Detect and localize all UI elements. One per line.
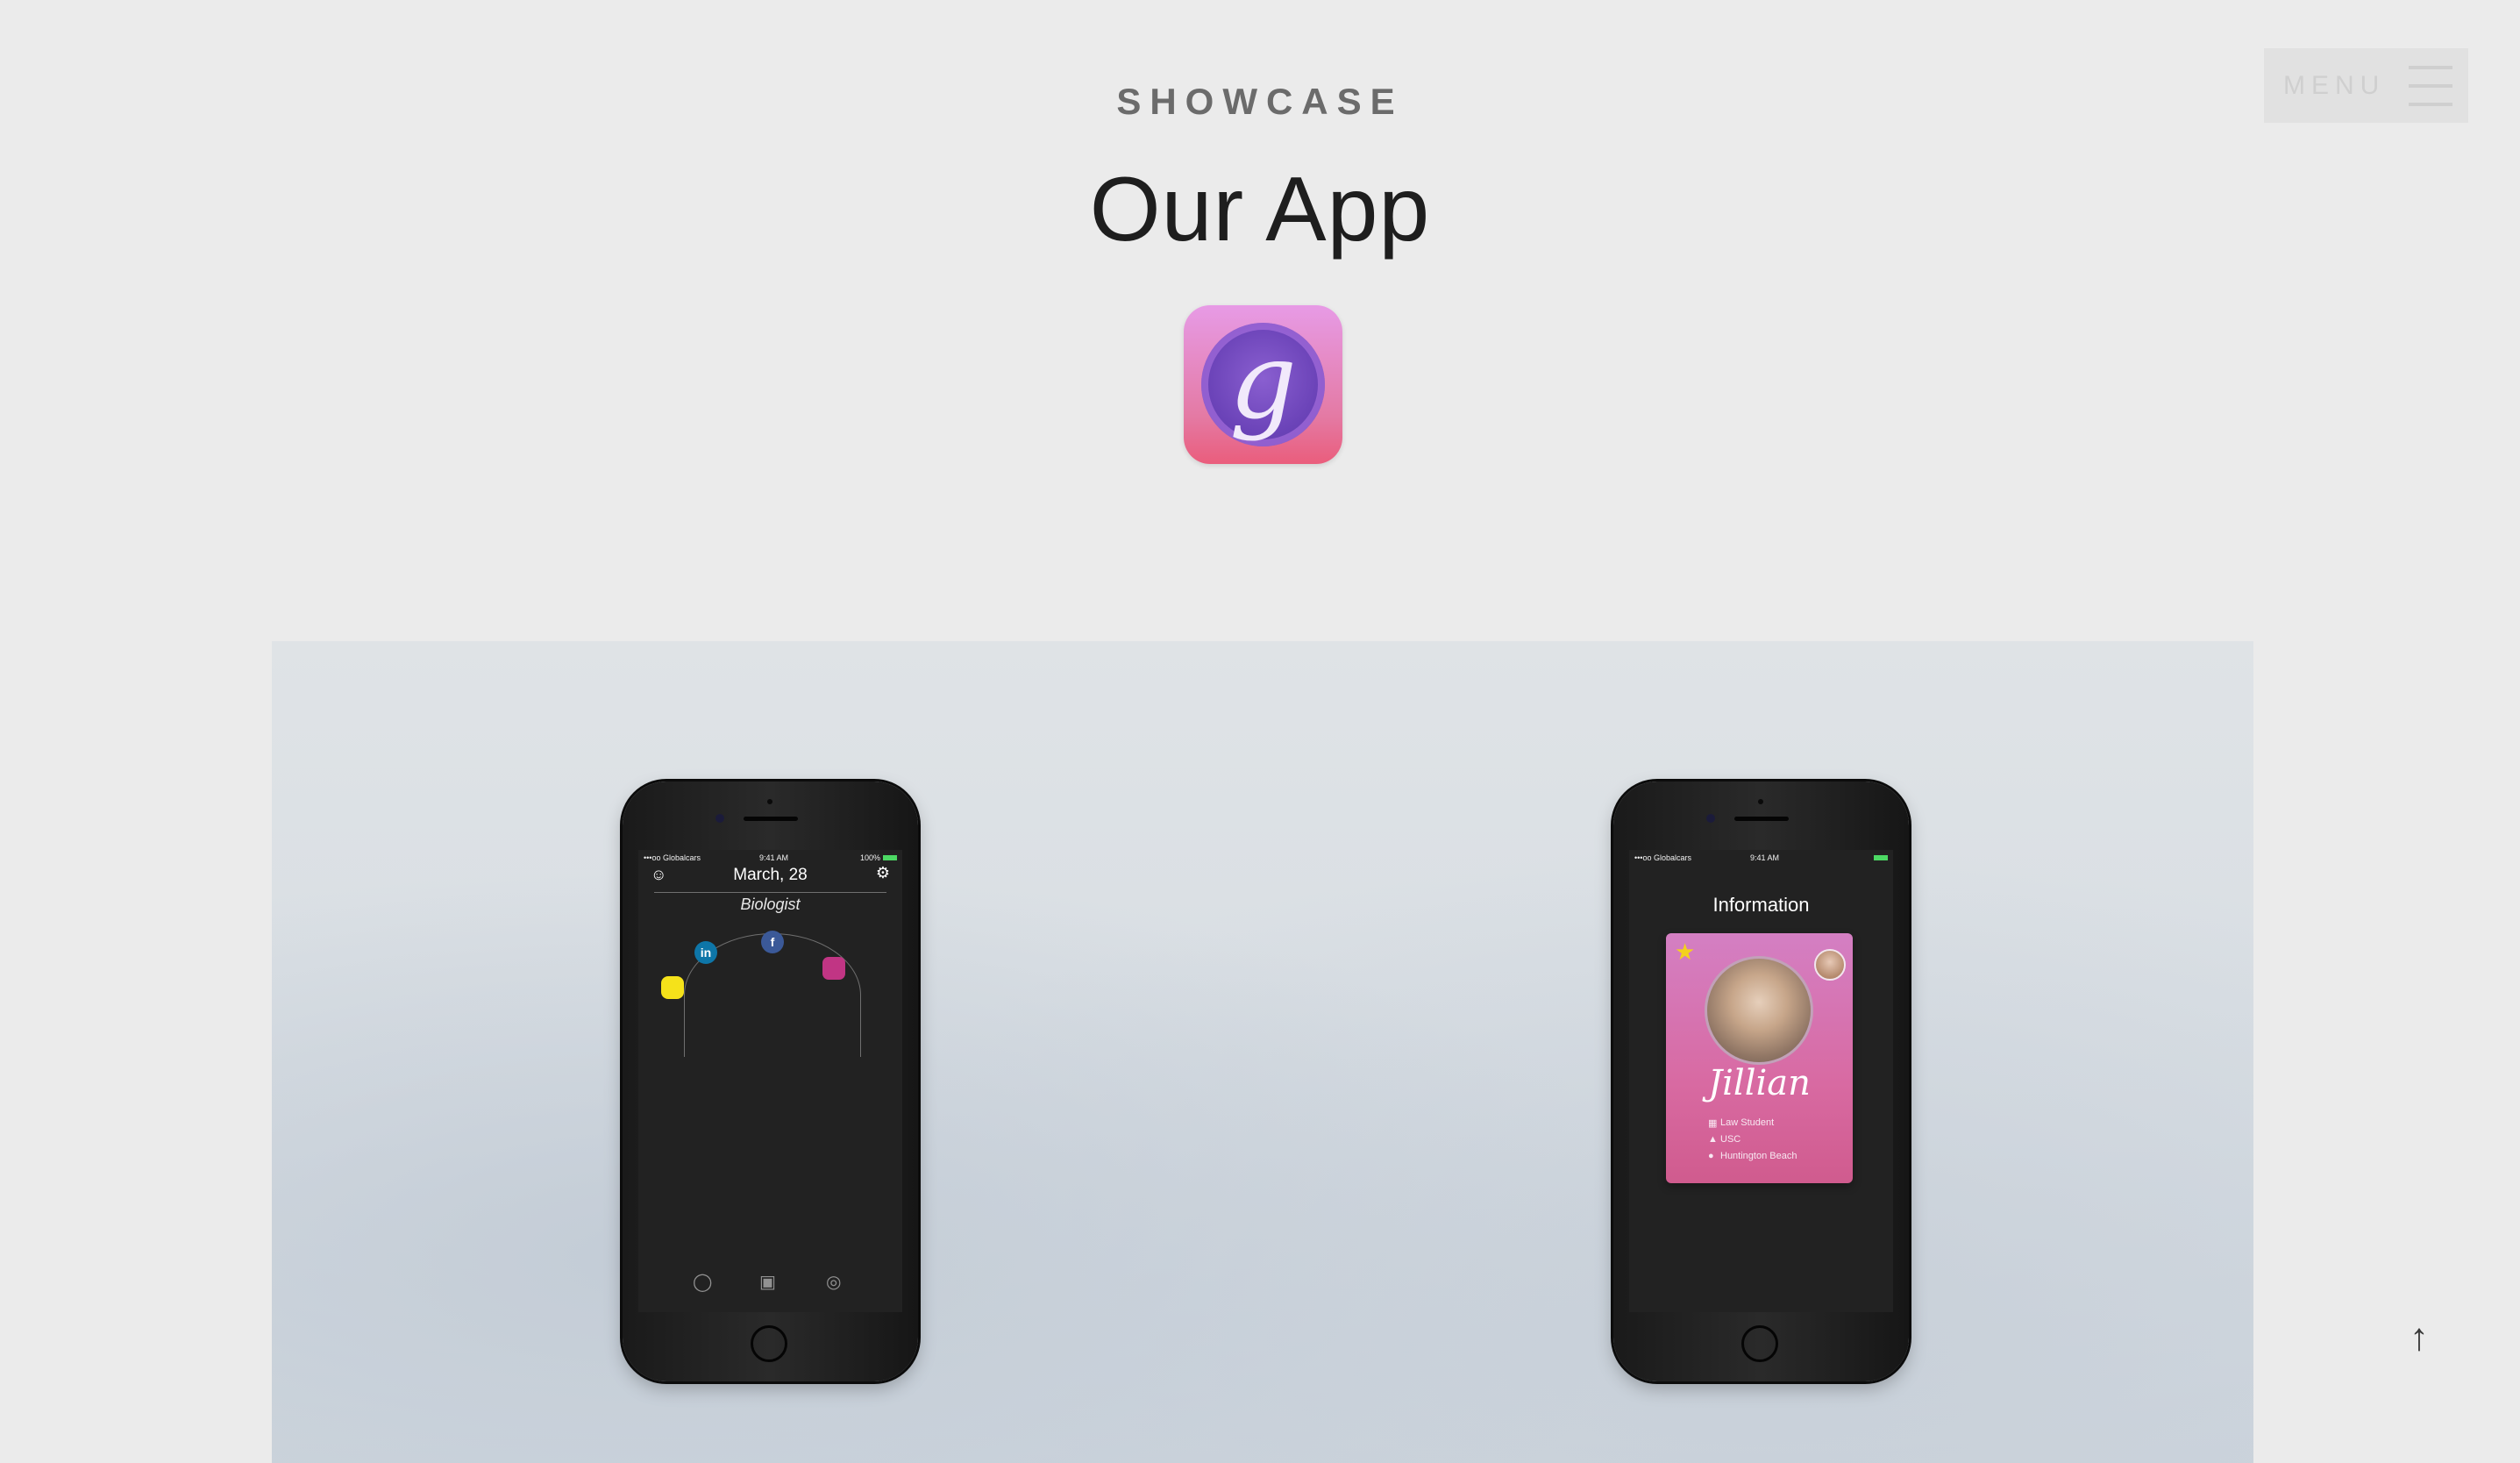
status-time: 9:41 AM xyxy=(1750,853,1780,862)
linkedin-icon: in xyxy=(694,941,717,964)
location-pin-icon: ● xyxy=(1708,1151,1714,1161)
divider xyxy=(654,892,886,893)
home-button xyxy=(1741,1325,1778,1362)
grad-cap-icon: ▲ xyxy=(1708,1134,1718,1145)
profile-detail: Huntington Beach xyxy=(1720,1151,1797,1161)
page-title: Our App xyxy=(1089,159,1431,260)
arrow-up-icon: ↑ xyxy=(2410,1316,2429,1359)
profile-date: March, 28 xyxy=(733,866,808,884)
chat-icon: ◯ xyxy=(693,1273,713,1292)
app-icon-letter: g xyxy=(1229,321,1297,443)
school-icon: ▦ xyxy=(1708,1118,1718,1129)
phone-screen-information: •••oo Globalcars 9:41 AM Information ★ J… xyxy=(1629,850,1893,1312)
app-icon: g xyxy=(1184,305,1342,464)
status-battery: 100% xyxy=(860,853,897,862)
profile-detail: USC xyxy=(1720,1134,1741,1145)
phone-mockup-information: •••oo Globalcars 9:41 AM Information ★ J… xyxy=(1613,781,1909,1381)
star-icon: ★ xyxy=(1675,938,1696,965)
scroll-to-top-button[interactable]: ↑ xyxy=(2406,1316,2432,1360)
avatar xyxy=(1705,956,1813,1065)
profile-role: Biologist xyxy=(740,896,801,913)
facebook-icon: f xyxy=(761,931,784,953)
mic-icon: ◎ xyxy=(826,1273,842,1292)
snapchat-icon xyxy=(661,976,684,999)
status-carrier: •••oo Globalcars xyxy=(644,853,701,862)
camera-icon: ▣ xyxy=(759,1273,776,1292)
section-eyebrow: SHOWCASE xyxy=(1116,81,1404,122)
profile-name: Jillian xyxy=(1708,1063,1811,1103)
menu-label: MENU xyxy=(2283,70,2386,100)
hamburger-icon xyxy=(2409,66,2452,106)
phone-mockup-profile: •••oo Globalcars 9:41 AM 100% ☺ ⚙ March,… xyxy=(623,781,918,1381)
showcase-banner: •••oo Globalcars 9:41 AM 100% ☺ ⚙ March,… xyxy=(272,641,2253,1463)
status-bar: •••oo Globalcars 9:41 AM xyxy=(1629,853,1893,867)
menu-button[interactable]: MENU xyxy=(2264,48,2468,123)
information-title: Information xyxy=(1712,894,1810,916)
phone-screen-profile: •••oo Globalcars 9:41 AM 100% ☺ ⚙ March,… xyxy=(638,850,902,1312)
profile-card: ★ Jillian ▦ Law Student ▲ USC ● Huntingt… xyxy=(1666,933,1853,1183)
status-battery xyxy=(1871,853,1888,862)
home-button xyxy=(751,1325,787,1362)
status-time: 9:41 AM xyxy=(759,853,789,862)
status-carrier: •••oo Globalcars xyxy=(1634,853,1691,862)
profile-detail: Law Student xyxy=(1720,1117,1775,1128)
instagram-icon xyxy=(822,957,845,980)
mini-avatar xyxy=(1814,949,1846,981)
